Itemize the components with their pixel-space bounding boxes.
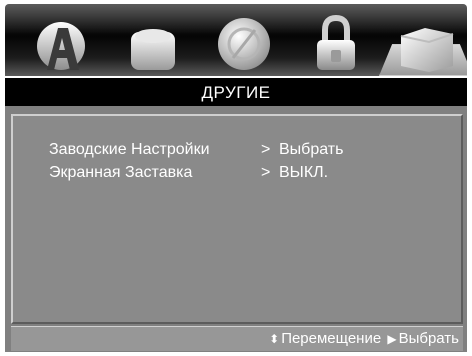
tab-channel[interactable] — [209, 10, 279, 76]
select-hint-label: Выбрать — [398, 330, 459, 347]
navigation-hint: ⬍ Перемещение ▶ Выбрать — [267, 327, 459, 351]
dish-icon — [218, 18, 270, 70]
menu-item-arrow: > — [261, 141, 271, 158]
right-arrow-icon: ▶ — [387, 332, 397, 346]
menu-item-value: Выбрать — [279, 141, 344, 158]
menu-panel: Заводские Настройки > Выбрать Экранная З… — [5, 106, 467, 352]
menu-tab-bar — [5, 4, 467, 76]
tab-other[interactable] — [379, 10, 467, 76]
tab-picture[interactable] — [25, 10, 95, 76]
lock-icon — [317, 14, 355, 70]
letter-a-icon — [37, 22, 85, 70]
menu-item-label: Заводские Настройки — [49, 141, 210, 158]
move-hint-label: Перемещение — [281, 330, 382, 347]
menu-list: Заводские Настройки > Выбрать Экранная З… — [11, 114, 463, 324]
page-title: ДРУГИЕ — [5, 78, 467, 106]
tab-setup[interactable] — [301, 10, 371, 76]
menu-item-label: Экранная Заставка — [49, 164, 193, 181]
folder-icon — [400, 28, 454, 72]
up-down-arrows-icon: ⬍ — [269, 332, 280, 346]
menu-item-value: ВЫКЛ. — [279, 164, 329, 181]
speaker-icon — [131, 29, 175, 70]
menu-item-arrow: > — [261, 164, 271, 181]
tab-sound[interactable] — [117, 10, 187, 76]
navigation-hint-bar: ⬍ Перемещение ▶ Выбрать — [11, 326, 463, 351]
